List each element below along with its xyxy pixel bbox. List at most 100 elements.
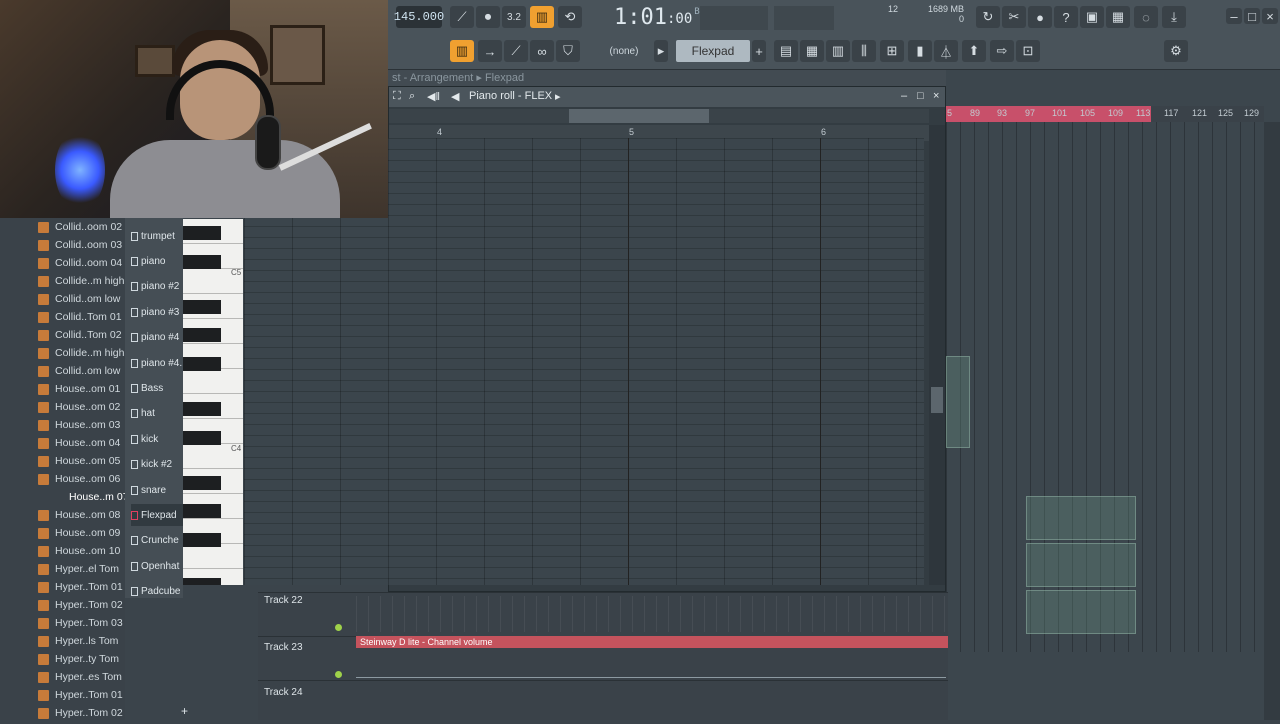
automation-curve[interactable] bbox=[356, 648, 946, 678]
chevron-right-icon[interactable]: ▸ bbox=[654, 40, 668, 62]
cut-icon[interactable]: ✂ bbox=[1002, 6, 1026, 28]
piano-roll-icon[interactable]: ⏃ bbox=[934, 40, 958, 62]
black-key[interactable] bbox=[183, 578, 221, 585]
track-mute-led[interactable] bbox=[335, 624, 342, 631]
close-icon[interactable]: × bbox=[1262, 8, 1278, 24]
browser-item[interactable]: House..om 04 bbox=[38, 434, 125, 452]
black-key[interactable] bbox=[183, 476, 221, 490]
chat-icon[interactable]: ◌ bbox=[1134, 6, 1158, 28]
browser-item[interactable]: Collid..oom 02 bbox=[38, 218, 125, 236]
mic-icon[interactable]: ● bbox=[1028, 6, 1052, 28]
browser-item[interactable]: Collid..Tom 01 bbox=[38, 308, 125, 326]
pattern-clip[interactable] bbox=[946, 356, 970, 448]
title-chevron-icon[interactable]: ▸ bbox=[555, 90, 561, 103]
browser-item[interactable]: House..om 02 bbox=[38, 398, 125, 416]
song-position[interactable]: 1:01:00B:S:T bbox=[614, 3, 721, 31]
playlist-scrollbar[interactable] bbox=[1264, 122, 1280, 720]
pattern-clip[interactable] bbox=[1026, 496, 1136, 540]
link-icon[interactable]: ∞ bbox=[530, 40, 554, 62]
pr-close-icon[interactable]: × bbox=[933, 90, 939, 102]
browser-item[interactable]: Collide..m high bbox=[38, 272, 125, 290]
zoom-icon[interactable]: ⌕ bbox=[409, 90, 415, 103]
channel-button[interactable]: piano bbox=[131, 250, 186, 272]
countdown-icon[interactable]: 3.2 bbox=[502, 6, 526, 28]
add-track-icon[interactable]: + bbox=[181, 704, 188, 718]
add-pattern-icon[interactable]: + bbox=[752, 40, 766, 62]
browser-item[interactable]: House..om 08 bbox=[38, 506, 125, 524]
black-key[interactable] bbox=[183, 357, 221, 371]
channel-button[interactable]: snare bbox=[131, 479, 186, 501]
pattern-clip[interactable] bbox=[1026, 543, 1136, 587]
piano-roll-horizontal-scroll[interactable] bbox=[389, 109, 929, 123]
channel-button[interactable]: kick #2 bbox=[131, 454, 186, 476]
browser-item[interactable]: Hyper..ty Tom bbox=[38, 650, 125, 668]
channel-button[interactable]: kick bbox=[131, 428, 186, 450]
loop-record-icon[interactable]: ⟲ bbox=[558, 6, 582, 28]
black-key[interactable] bbox=[183, 300, 221, 314]
channel-button[interactable]: trumpet bbox=[131, 225, 186, 247]
browser-icon[interactable]: ⊞ bbox=[880, 40, 904, 62]
pattern-clip[interactable] bbox=[1026, 590, 1136, 634]
track22-pattern[interactable] bbox=[356, 596, 946, 632]
piano-roll-title[interactable]: Piano roll - FLEX bbox=[469, 90, 552, 102]
download-icon[interactable]: ⤓ bbox=[1162, 6, 1186, 28]
scroll-thumb[interactable] bbox=[569, 109, 709, 123]
browser-item[interactable]: Hyper..es Tom bbox=[38, 668, 125, 686]
playlist-snap-icon[interactable]: ▥ bbox=[450, 40, 474, 62]
black-key[interactable] bbox=[183, 402, 221, 416]
wait-record-icon[interactable]: ⏺ bbox=[476, 6, 500, 28]
browser-item[interactable]: Hyper..Tom 02 bbox=[38, 704, 125, 722]
channel-button[interactable]: Padcube bbox=[131, 581, 186, 603]
track-name[interactable]: Track 24 bbox=[264, 687, 303, 698]
track-name[interactable]: Track 23 bbox=[264, 642, 303, 653]
browser-item[interactable]: House..om 05 bbox=[38, 452, 125, 470]
arrow-icon[interactable]: → bbox=[478, 40, 502, 62]
black-key[interactable] bbox=[183, 431, 221, 445]
tools-icon[interactable]: ⇨ bbox=[990, 40, 1014, 62]
channel-button[interactable]: piano #3 bbox=[131, 301, 186, 323]
pr-maximize-icon[interactable]: □ bbox=[917, 90, 924, 102]
channel-button[interactable]: Crunche bbox=[131, 530, 186, 552]
mixer-icon[interactable]: ⫼ bbox=[852, 40, 876, 62]
channel-button[interactable]: piano #2 bbox=[131, 276, 186, 298]
track-row[interactable]: Track 24 bbox=[258, 680, 948, 724]
metronome-icon[interactable]: ⟋ bbox=[450, 6, 474, 28]
vscroll-thumb[interactable] bbox=[931, 387, 943, 413]
black-key[interactable] bbox=[183, 504, 221, 518]
settings-icon[interactable]: ⚙ bbox=[1164, 40, 1188, 62]
touch-icon[interactable]: ⬆ bbox=[962, 40, 986, 62]
browser-item[interactable]: Collid..om low bbox=[38, 290, 125, 308]
browser-item[interactable]: House..om 06 bbox=[38, 470, 125, 488]
brush-icon[interactable]: ⟋ bbox=[504, 40, 528, 62]
channel-button[interactable]: piano #4. bbox=[131, 352, 186, 374]
playlist-icon[interactable]: ▤ bbox=[774, 40, 798, 62]
step-seq-icon[interactable]: ▦ bbox=[800, 40, 824, 62]
automation-clip[interactable]: Steinway D lite - Channel volume bbox=[356, 636, 948, 648]
chevron-left-icon[interactable]: ◀ bbox=[451, 90, 459, 103]
channel-button[interactable]: Flexpad bbox=[131, 504, 186, 527]
tempo-display[interactable]: 145.000 bbox=[394, 6, 444, 28]
track-name[interactable]: Track 22 bbox=[264, 595, 303, 606]
plugin-icon[interactable]: ▮ bbox=[908, 40, 932, 62]
browser-item[interactable]: Hyper..Tom 01 bbox=[38, 686, 125, 704]
browser-item[interactable]: Collid..oom 03 bbox=[38, 236, 125, 254]
channel-button[interactable]: Openhat bbox=[131, 555, 186, 577]
browser-item[interactable]: Hyper..Tom 02 bbox=[38, 596, 125, 614]
browser-item[interactable]: Hyper..Tom 01 bbox=[38, 578, 125, 596]
channel-button[interactable]: piano #4 bbox=[131, 327, 186, 349]
track-mute-led[interactable] bbox=[335, 671, 342, 678]
undo-icon[interactable]: ↻ bbox=[976, 6, 1000, 28]
playback-icon[interactable]: ◀‖ bbox=[427, 90, 440, 103]
black-key[interactable] bbox=[183, 226, 221, 240]
browser-item[interactable]: Hyper..el Tom bbox=[38, 560, 125, 578]
black-key[interactable] bbox=[183, 533, 221, 547]
minimize-icon[interactable]: – bbox=[1226, 8, 1242, 24]
bell-icon[interactable]: ⛉ bbox=[556, 40, 580, 62]
pr-minimize-icon[interactable]: – bbox=[901, 90, 907, 102]
playlist-ruler[interactable]: 5 89 93 97 101 105 109 113 117 121 125 1… bbox=[946, 106, 1264, 122]
channel-rack-icon[interactable]: ▥ bbox=[826, 40, 850, 62]
browser-item[interactable]: Collid..om low bbox=[38, 362, 125, 380]
save-icon[interactable]: ▣ bbox=[1080, 6, 1104, 28]
black-key[interactable] bbox=[183, 328, 221, 342]
piano-roll-vertical-scroll[interactable] bbox=[929, 125, 945, 585]
